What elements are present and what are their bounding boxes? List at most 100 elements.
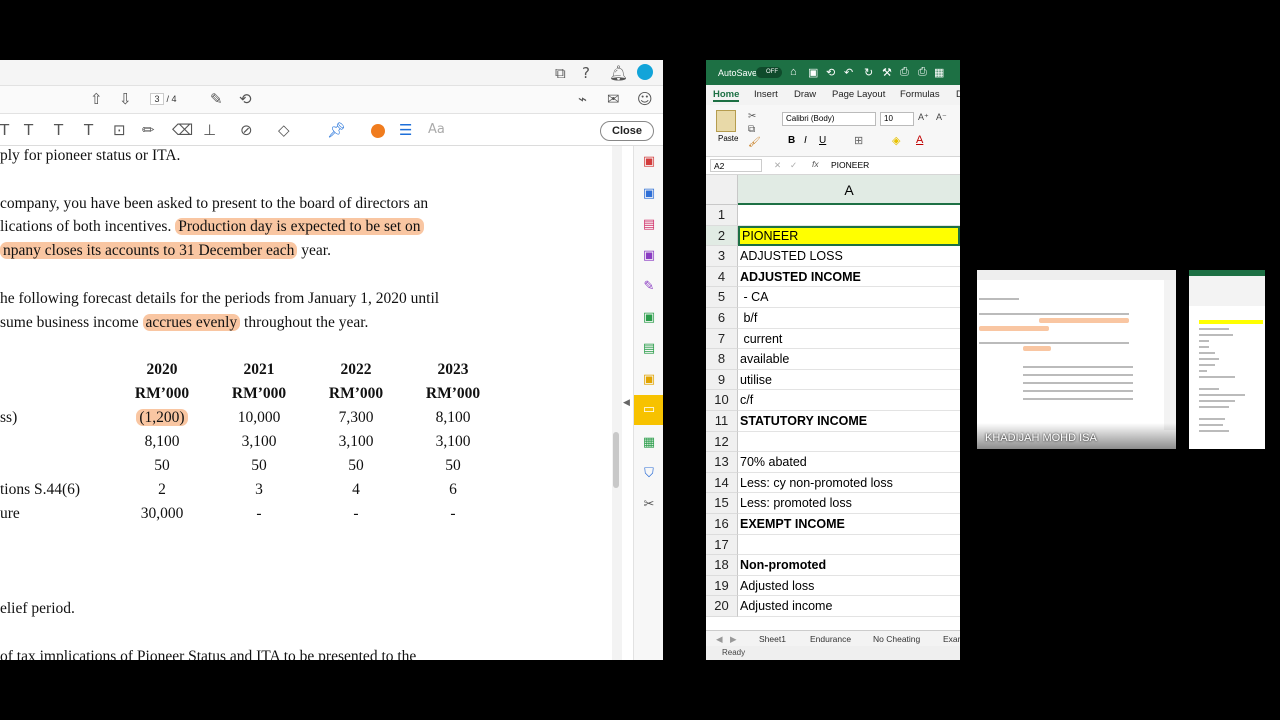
add-text-icon[interactable]: T bbox=[84, 122, 93, 138]
next-page-icon[interactable]: ⇩ bbox=[119, 91, 132, 107]
text-size-icon[interactable]: Aa bbox=[428, 122, 445, 138]
highlight-annotation[interactable]: (1,200) bbox=[136, 409, 188, 426]
cell[interactable]: Non-promoted bbox=[738, 555, 960, 576]
undo-icon[interactable]: ↶ bbox=[844, 66, 853, 79]
borders-icon[interactable]: ⊞ bbox=[854, 134, 863, 147]
tab-page-layout[interactable]: Page Layout bbox=[832, 89, 885, 100]
row-number[interactable]: 19 bbox=[706, 575, 738, 597]
row-number[interactable]: 13 bbox=[706, 452, 738, 473]
redo-icon[interactable]: ↻ bbox=[864, 66, 873, 79]
cut-icon[interactable]: ✂ bbox=[748, 111, 756, 122]
select-all-corner[interactable] bbox=[706, 175, 738, 205]
export-pdf-icon[interactable]: ▣ bbox=[641, 248, 657, 264]
row-number[interactable]: 8 bbox=[706, 349, 738, 370]
row-number[interactable]: 12 bbox=[706, 431, 738, 453]
pin-icon[interactable]: 📌︎ bbox=[327, 122, 346, 138]
account-icon[interactable]: ☺ bbox=[637, 91, 653, 107]
print-icon[interactable]: ⎙ bbox=[900, 66, 909, 79]
row-number[interactable]: 14 bbox=[706, 472, 738, 494]
sign-icon[interactable]: ✎ bbox=[210, 91, 223, 107]
link-icon[interactable]: ⌁ bbox=[578, 91, 587, 107]
cell[interactable]: EXEMPT INCOME bbox=[738, 514, 960, 535]
prev-sheet-icon[interactable]: ◀ bbox=[716, 634, 723, 645]
print-production-icon[interactable]: ▦ bbox=[641, 435, 657, 451]
replace-text-icon[interactable]: T bbox=[54, 122, 63, 138]
row-number[interactable]: 15 bbox=[706, 493, 738, 514]
decrease-font-icon[interactable]: A⁻ bbox=[936, 112, 947, 123]
history-icon[interactable]: ⟲ bbox=[826, 66, 835, 79]
row-number[interactable]: 17 bbox=[706, 534, 738, 556]
clipboard-icon[interactable] bbox=[716, 110, 736, 132]
tab-home[interactable]: Home bbox=[713, 89, 740, 102]
cell[interactable]: c/f bbox=[738, 390, 960, 411]
pdf-scrollbar-thumb[interactable] bbox=[613, 432, 619, 488]
close-button[interactable]: Close bbox=[600, 121, 654, 141]
prev-page-icon[interactable]: ⇧ bbox=[90, 91, 103, 107]
cell[interactable]: Adjusted income bbox=[738, 596, 960, 617]
italic-icon[interactable]: I bbox=[804, 135, 807, 146]
help-icon[interactable]: ? bbox=[582, 65, 590, 81]
row-number[interactable]: 2 bbox=[706, 225, 738, 247]
stamp-icon[interactable]: ⊥ bbox=[203, 122, 216, 138]
cell[interactable]: Adjusted loss bbox=[738, 576, 960, 597]
edit-pdf-icon[interactable]: ▣ bbox=[641, 310, 657, 326]
fill-sign-icon[interactable]: ✎ bbox=[641, 279, 657, 295]
pdf-scrollbar[interactable] bbox=[612, 146, 622, 660]
fill-color-icon[interactable]: ◈ bbox=[892, 134, 900, 147]
selected-cell[interactable]: PIONEER bbox=[738, 225, 960, 247]
create-pdf-icon[interactable]: ▣ bbox=[641, 154, 657, 170]
column-header-a[interactable]: A bbox=[738, 175, 960, 205]
line-weight-icon[interactable]: ☰ bbox=[399, 122, 412, 138]
row-number[interactable]: 7 bbox=[706, 328, 738, 350]
row-number[interactable]: 20 bbox=[706, 596, 738, 617]
cell[interactable]: available bbox=[738, 349, 960, 370]
mail-icon[interactable]: ✉ bbox=[607, 91, 620, 107]
formula-input[interactable]: PIONEER bbox=[831, 160, 869, 170]
highlight-annotation[interactable]: Production day is expected to be set on bbox=[175, 218, 424, 235]
textbox-icon[interactable]: ⊡ bbox=[113, 122, 126, 138]
edit-page-icon[interactable]: ⟲ bbox=[239, 91, 252, 107]
row-number[interactable]: 3 bbox=[706, 246, 738, 267]
underline-icon[interactable]: U bbox=[819, 135, 826, 146]
bold-icon[interactable]: B bbox=[788, 135, 795, 146]
row-number[interactable]: 10 bbox=[706, 390, 738, 411]
request-sign-icon[interactable]: ▣ bbox=[641, 372, 657, 388]
cell[interactable]: utilise bbox=[738, 370, 960, 391]
comment-icon[interactable]: ▭ bbox=[634, 395, 663, 425]
font-name-select[interactable]: Calibri (Body) bbox=[782, 112, 876, 126]
strikethrough-text-icon[interactable]: T bbox=[24, 122, 33, 138]
tab-draw[interactable]: Draw bbox=[794, 89, 816, 100]
avatar[interactable] bbox=[637, 64, 653, 80]
row-number[interactable]: 4 bbox=[706, 266, 738, 288]
tab-formulas[interactable]: Formulas bbox=[900, 89, 940, 100]
cell[interactable]: ADJUSTED LOSS bbox=[738, 246, 960, 267]
sheet-tab[interactable]: No Cheating bbox=[873, 634, 920, 644]
share-screen-icon[interactable]: ⧉ bbox=[555, 65, 566, 81]
cell[interactable]: - CA bbox=[738, 287, 960, 308]
copy-icon[interactable]: ⧉ bbox=[748, 124, 755, 135]
save-icon[interactable]: ▣ bbox=[808, 66, 818, 79]
name-box[interactable]: A2 bbox=[710, 159, 762, 172]
cell[interactable] bbox=[738, 535, 960, 556]
font-size-select[interactable]: 10 bbox=[880, 112, 914, 126]
highlight-annotation[interactable]: npany closes its accounts to 31 December… bbox=[0, 242, 298, 259]
cell[interactable]: Less: cy non-promoted loss bbox=[738, 473, 960, 494]
participant-video-tile[interactable] bbox=[1189, 270, 1265, 449]
cell[interactable]: Less: promoted loss bbox=[738, 493, 960, 514]
cancel-icon[interactable]: ✕ bbox=[774, 160, 781, 171]
chart-icon[interactable]: ▦ bbox=[934, 66, 944, 79]
sheet-tab[interactable]: Sheet1 bbox=[759, 634, 786, 644]
page-number-input[interactable]: 3 bbox=[150, 93, 164, 105]
row-number[interactable]: 16 bbox=[706, 514, 738, 535]
sheet-tab[interactable]: Exam bbox=[943, 634, 960, 644]
cell[interactable] bbox=[738, 432, 960, 453]
fx-icon[interactable]: fx bbox=[812, 159, 819, 169]
autosave-toggle[interactable]: OFF bbox=[756, 67, 782, 78]
row-number[interactable]: 18 bbox=[706, 555, 738, 576]
shapes-icon[interactable]: ◇ bbox=[278, 122, 290, 138]
cell[interactable]: b/f bbox=[738, 308, 960, 329]
eraser-icon[interactable]: ⌫ bbox=[172, 122, 193, 138]
print-preview-icon[interactable]: ⎙ bbox=[918, 66, 927, 79]
collapse-panel-icon[interactable]: ◀ bbox=[623, 397, 630, 408]
bell-icon[interactable]: 🔔︎ bbox=[609, 65, 628, 81]
